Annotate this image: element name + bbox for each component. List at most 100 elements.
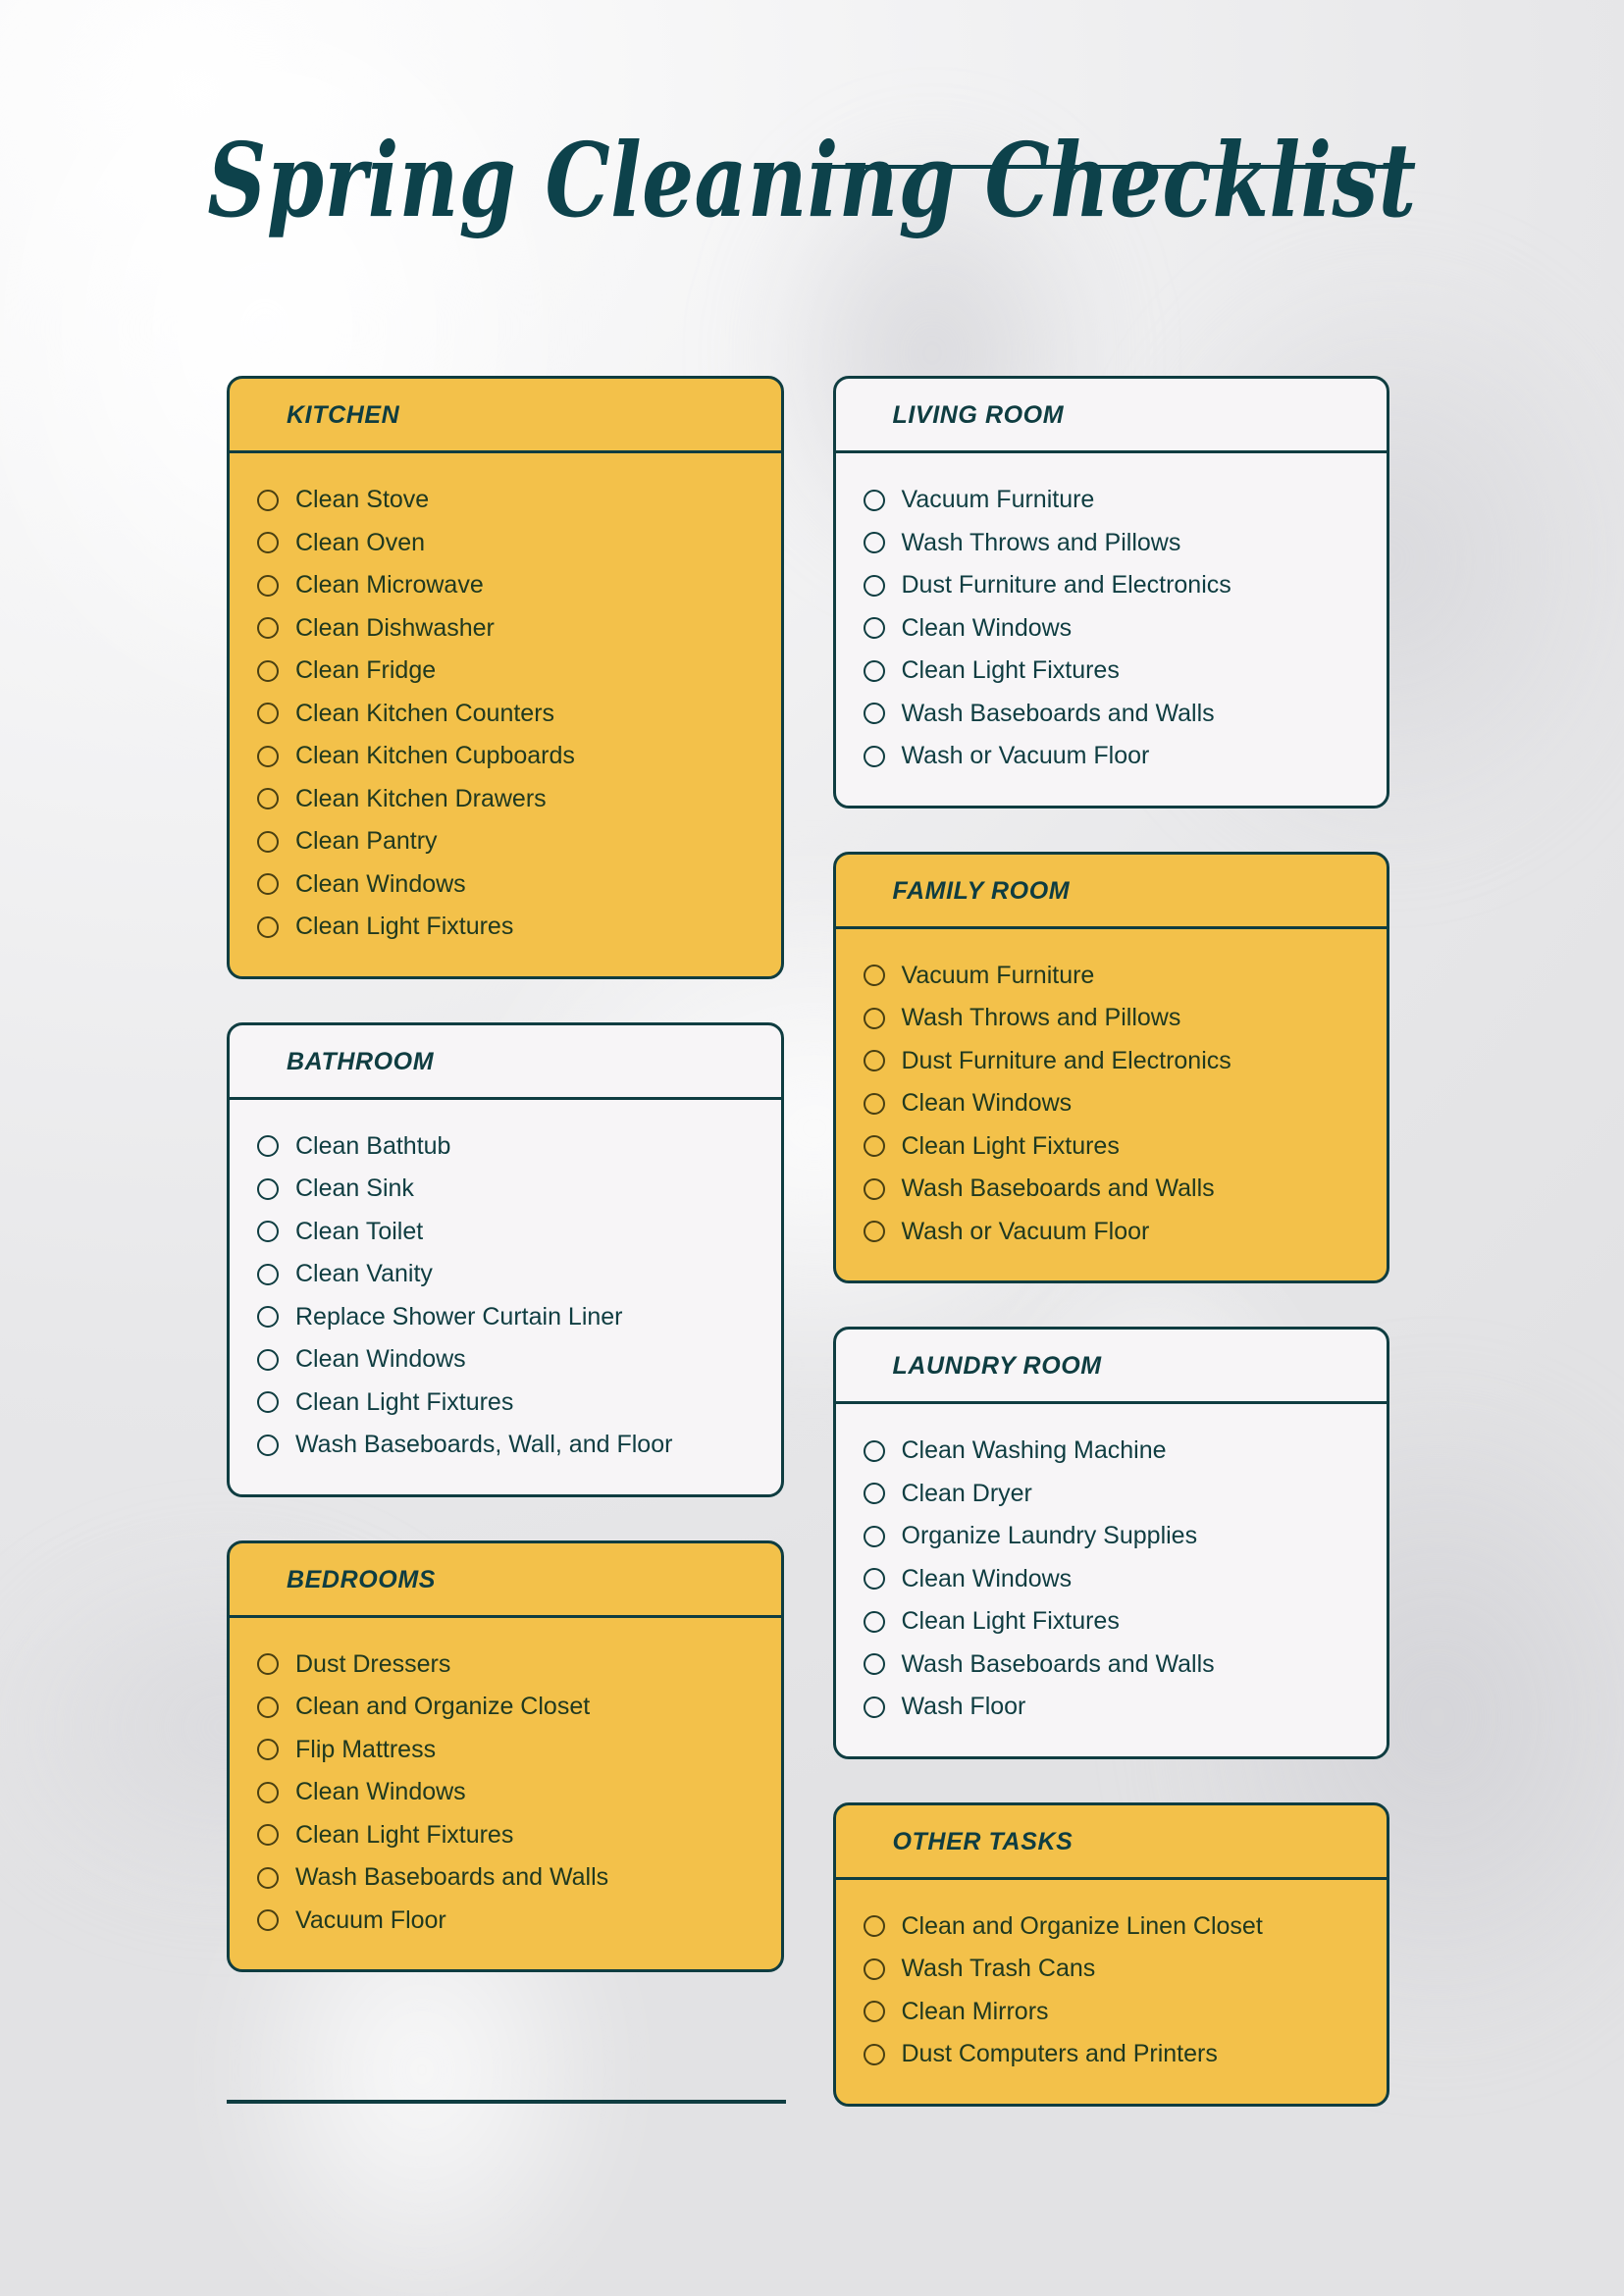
checkbox-circle-icon[interactable] [863,1957,885,1980]
checkbox-circle-icon[interactable] [257,1653,279,1676]
checkbox-circle-icon[interactable] [863,1221,885,1243]
checkbox-circle-icon[interactable] [257,1263,279,1285]
checklist-item[interactable]: Clean Light Fixtures [257,1814,756,1857]
checklist-item[interactable]: Clean Windows [257,1338,756,1382]
checkbox-circle-icon[interactable] [863,2001,885,2023]
checkbox-circle-icon[interactable] [863,489,885,511]
checklist-item[interactable]: Clean Light Fixtures [257,906,756,949]
checklist-item[interactable]: Wash or Vacuum Floor [863,1211,1362,1254]
checkbox-circle-icon[interactable] [257,1135,279,1158]
checklist-item[interactable]: Clean Pantry [257,820,756,863]
checklist-item[interactable]: Wash or Vacuum Floor [863,735,1362,778]
checklist-item[interactable]: Vacuum Furniture [863,955,1362,998]
checkbox-circle-icon[interactable] [257,873,279,896]
checkbox-circle-icon[interactable] [863,1135,885,1158]
checkbox-circle-icon[interactable] [257,915,279,938]
checkbox-circle-icon[interactable] [863,1610,885,1633]
checkbox-circle-icon[interactable] [863,1696,885,1718]
checkbox-circle-icon[interactable] [257,703,279,725]
checklist-item[interactable]: Clean Windows [863,1558,1362,1601]
checkbox-circle-icon[interactable] [257,830,279,853]
checkbox-circle-icon[interactable] [257,1739,279,1761]
checkbox-circle-icon[interactable] [257,1221,279,1243]
checkbox-circle-icon[interactable] [863,703,885,725]
checkbox-circle-icon[interactable] [863,1439,885,1462]
checkbox-circle-icon[interactable] [863,1568,885,1591]
checklist-item[interactable]: Clean Dishwasher [257,607,756,651]
checklist-item[interactable]: Wash Baseboards and Walls [863,1644,1362,1687]
checkbox-circle-icon[interactable] [257,1434,279,1456]
checkbox-circle-icon[interactable] [863,1915,885,1938]
checklist-item[interactable]: Wash Baseboards and Walls [863,1168,1362,1211]
checklist-item[interactable]: Clean Bathtub [257,1125,756,1169]
checklist-item[interactable]: Vacuum Furniture [863,479,1362,522]
checklist-item[interactable]: Dust Furniture and Electronics [863,564,1362,607]
checkbox-circle-icon[interactable] [863,745,885,767]
checkbox-circle-icon[interactable] [863,617,885,640]
checklist-item[interactable]: Wash Baseboards and Walls [257,1856,756,1900]
checklist-item[interactable]: Clean Stove [257,479,756,522]
checklist-item[interactable]: Dust Computers and Printers [863,2033,1362,2076]
checkbox-circle-icon[interactable] [257,745,279,767]
checkbox-circle-icon[interactable] [863,659,885,682]
checklist-item[interactable]: Clean Windows [257,863,756,907]
checklist-item[interactable]: Clean Toilet [257,1211,756,1254]
checkbox-circle-icon[interactable] [863,532,885,554]
checkbox-circle-icon[interactable] [863,1007,885,1029]
checkbox-circle-icon[interactable] [257,1781,279,1803]
checkbox-circle-icon[interactable] [257,1348,279,1371]
checkbox-circle-icon[interactable] [257,532,279,554]
checkbox-circle-icon[interactable] [863,1092,885,1115]
checklist-item[interactable]: Wash Baseboards and Walls [863,693,1362,736]
checkbox-circle-icon[interactable] [863,1050,885,1072]
checklist-item[interactable]: Wash Floor [863,1686,1362,1729]
checklist-item[interactable]: Clean and Organize Linen Closet [863,1905,1362,1949]
checklist-item[interactable]: Replace Shower Curtain Liner [257,1296,756,1339]
checklist-item[interactable]: Clean Windows [863,607,1362,651]
checklist-item[interactable]: Clean Kitchen Drawers [257,778,756,821]
checklist-item[interactable]: Dust Furniture and Electronics [863,1040,1362,1083]
checklist-item[interactable]: Clean Light Fixtures [863,1600,1362,1644]
checkbox-circle-icon[interactable] [257,1866,279,1889]
checklist-item[interactable]: Flip Mattress [257,1729,756,1772]
checkbox-circle-icon[interactable] [257,659,279,682]
checklist-item[interactable]: Clean Vanity [257,1253,756,1296]
checkbox-circle-icon[interactable] [257,1824,279,1847]
checklist-item[interactable]: Wash Trash Cans [863,1948,1362,1991]
checkbox-circle-icon[interactable] [863,574,885,597]
checklist-item[interactable]: Clean and Organize Closet [257,1686,756,1729]
checklist-item[interactable]: Clean Sink [257,1168,756,1211]
checkbox-circle-icon[interactable] [257,617,279,640]
checklist-item[interactable]: Clean Dryer [863,1473,1362,1516]
checkbox-circle-icon[interactable] [863,1177,885,1200]
checklist-item[interactable]: Clean Kitchen Cupboards [257,735,756,778]
checklist-item[interactable]: Dust Dressers [257,1644,756,1687]
checklist-item[interactable]: Clean Kitchen Counters [257,693,756,736]
checkbox-circle-icon[interactable] [257,1391,279,1414]
checklist-item[interactable]: Clean Light Fixtures [863,650,1362,693]
checkbox-circle-icon[interactable] [257,1909,279,1932]
checkbox-circle-icon[interactable] [257,574,279,597]
checkbox-circle-icon[interactable] [257,1177,279,1200]
checkbox-circle-icon[interactable] [863,1653,885,1676]
checklist-item[interactable]: Organize Laundry Supplies [863,1515,1362,1558]
checkbox-circle-icon[interactable] [863,1525,885,1547]
checkbox-circle-icon[interactable] [863,2043,885,2065]
checkbox-circle-icon[interactable] [257,1696,279,1718]
checklist-item[interactable]: Clean Microwave [257,564,756,607]
checklist-item[interactable]: Clean Light Fixtures [257,1382,756,1425]
checklist-item[interactable]: Clean Windows [257,1771,756,1814]
checklist-item[interactable]: Clean Mirrors [863,1991,1362,2034]
checkbox-circle-icon[interactable] [257,1306,279,1329]
checklist-item[interactable]: Clean Fridge [257,650,756,693]
checklist-item[interactable]: Clean Washing Machine [863,1430,1362,1473]
checklist-item[interactable]: Clean Oven [257,522,756,565]
checklist-item[interactable]: Clean Windows [863,1082,1362,1125]
checkbox-circle-icon[interactable] [257,489,279,511]
checklist-item[interactable]: Vacuum Floor [257,1900,756,1943]
checklist-item[interactable]: Wash Baseboards, Wall, and Floor [257,1424,756,1467]
checklist-item[interactable]: Wash Throws and Pillows [863,997,1362,1040]
checklist-item[interactable]: Clean Light Fixtures [863,1125,1362,1169]
checkbox-circle-icon[interactable] [257,788,279,810]
checkbox-circle-icon[interactable] [863,1483,885,1505]
